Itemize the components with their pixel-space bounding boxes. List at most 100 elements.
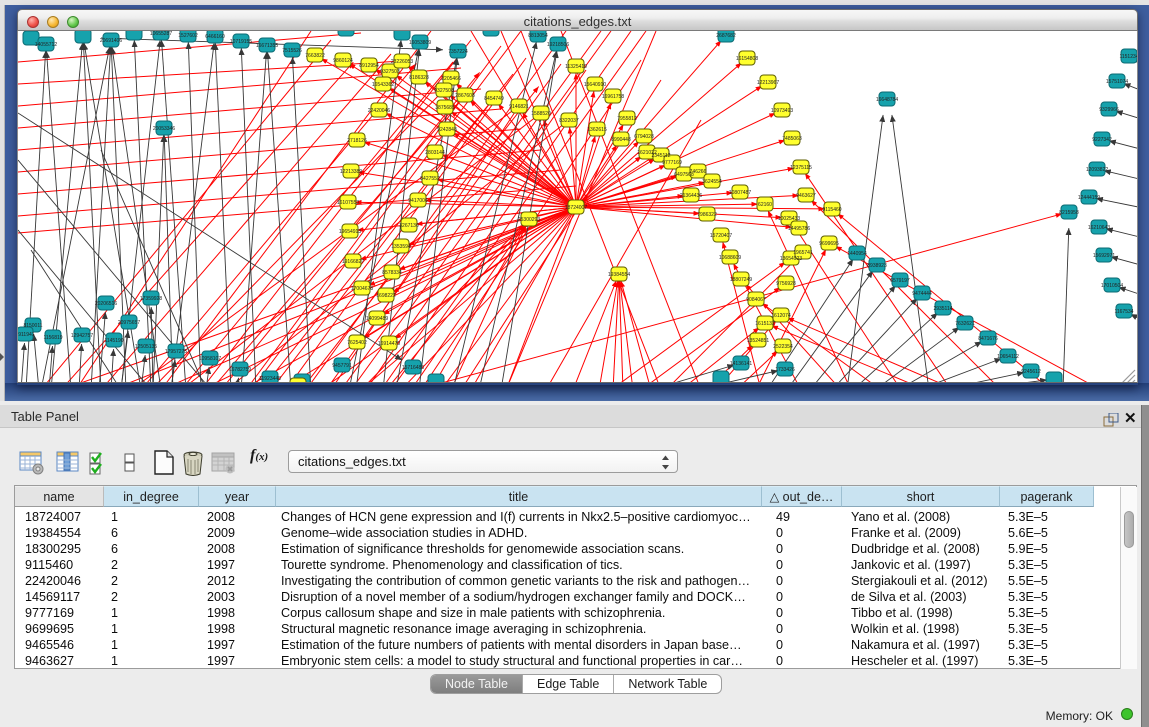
svg-text:8427552: 8427552 [420, 176, 440, 182]
svg-text:7357224: 7357224 [448, 49, 468, 55]
svg-text:10958107: 10958107 [199, 356, 221, 362]
svg-text:17004678: 17004678 [351, 286, 373, 292]
svg-text:22420046: 22420046 [368, 108, 390, 114]
svg-text:19384554: 19384554 [608, 272, 630, 278]
svg-text:9327503: 9327503 [380, 69, 400, 75]
svg-text:17957275: 17957275 [165, 349, 187, 355]
svg-text:7632621: 7632621 [955, 321, 975, 327]
svg-text:10973493: 10973493 [771, 108, 793, 114]
svg-text:16543362: 16543362 [372, 82, 394, 88]
svg-text:13654923: 13654923 [780, 256, 802, 262]
svg-text:20691406: 20691406 [100, 38, 122, 44]
svg-text:25300293: 25300293 [518, 217, 540, 223]
svg-text:9146821: 9146821 [509, 104, 529, 110]
svg-text:14136141: 14136141 [730, 361, 752, 367]
svg-text:6579197: 6579197 [890, 278, 910, 284]
svg-text:7663822: 7663822 [305, 53, 325, 59]
svg-text:2935114: 2935114 [933, 306, 952, 312]
svg-text:10025433: 10025433 [778, 216, 800, 222]
svg-text:16154808: 16154808 [736, 56, 758, 62]
svg-text:2205466: 2205466 [441, 76, 461, 82]
svg-text:19654913: 19654913 [339, 229, 361, 235]
svg-text:8454749: 8454749 [484, 96, 504, 102]
svg-text:8471676: 8471676 [978, 336, 998, 342]
svg-text:17359928: 17359928 [140, 296, 162, 302]
svg-text:2687682: 2687682 [716, 33, 736, 39]
svg-text:7515526: 7515526 [282, 48, 302, 54]
svg-text:7625402: 7625402 [347, 340, 367, 346]
svg-text:2345112: 2345112 [651, 153, 670, 159]
svg-text:15751074: 15751074 [1106, 79, 1128, 85]
svg-text:20206516: 20206516 [95, 301, 117, 307]
svg-text:10655287: 10655287 [150, 31, 172, 37]
svg-text:6794028: 6794028 [634, 134, 654, 140]
svg-text:20053346: 20053346 [153, 126, 175, 132]
svg-text:6466160: 6466160 [205, 34, 225, 40]
svg-text:2522354: 2522354 [773, 344, 793, 350]
svg-text:10807487: 10807487 [729, 190, 751, 196]
svg-text:8215958: 8215958 [1059, 210, 1079, 216]
svg-text:2803144: 2803144 [425, 150, 445, 156]
svg-text:9242848: 9242848 [437, 127, 457, 133]
svg-text:1145190: 1145190 [104, 338, 123, 344]
svg-text:1156819: 1156819 [43, 335, 62, 341]
svg-text:10719155: 10719155 [230, 39, 252, 45]
svg-text:13524851: 13524851 [747, 338, 769, 344]
svg-text:1588520: 1588520 [531, 111, 551, 117]
svg-text:1440954: 1440954 [847, 251, 867, 257]
svg-text:16107553: 16107553 [337, 200, 359, 206]
svg-text:1362615: 1362615 [587, 127, 607, 133]
svg-text:12505135: 12505135 [135, 344, 157, 350]
svg-text:1698222: 1698222 [376, 293, 396, 299]
svg-text:1733426: 1733426 [775, 367, 795, 373]
svg-text:7955812: 7955812 [617, 116, 637, 122]
svg-text:9417006: 9417006 [408, 198, 428, 204]
svg-text:2867608: 2867608 [455, 93, 475, 99]
svg-text:20975657: 20975657 [118, 320, 140, 326]
svg-text:1612074: 1612074 [771, 313, 791, 319]
svg-text:3624554: 3624554 [702, 179, 722, 185]
svg-text:62160: 62160 [758, 202, 772, 208]
svg-text:1167534: 1167534 [1114, 309, 1133, 315]
svg-text:9860124: 9860124 [333, 58, 353, 64]
svg-text:15640910: 15640910 [584, 82, 606, 88]
svg-text:12942757: 12942757 [71, 333, 93, 339]
svg-text:3875685: 3875685 [435, 105, 455, 111]
svg-text:9457791: 9457791 [332, 363, 352, 369]
svg-text:18807249: 18807249 [730, 277, 752, 283]
svg-text:15716485: 15716485 [402, 365, 424, 371]
svg-text:14495786: 14495786 [788, 226, 810, 232]
svg-text:7485063: 7485063 [782, 136, 802, 142]
svg-text:16671355: 16671355 [256, 43, 278, 49]
svg-text:12213967: 12213967 [757, 80, 779, 86]
svg-text:9474444: 9474444 [912, 291, 932, 297]
svg-text:16210643: 16210643 [1088, 225, 1110, 231]
svg-text:7986322: 7986322 [697, 212, 717, 218]
svg-text:8938923: 8938923 [867, 263, 887, 269]
svg-text:17010504: 17010504 [1101, 283, 1123, 289]
svg-text:2718126: 2718126 [347, 138, 367, 144]
svg-text:1615132: 1615132 [755, 321, 775, 327]
svg-text:11923448: 11923448 [259, 376, 281, 382]
svg-text:3911941: 3911941 [18, 332, 35, 338]
svg-text:1527602: 1527602 [178, 33, 198, 39]
svg-text:12375115: 12375115 [790, 165, 812, 171]
svg-text:8578334: 8578334 [382, 270, 402, 276]
svg-text:12213389: 12213389 [340, 169, 362, 175]
svg-text:14055712: 14055712 [35, 42, 57, 48]
svg-text:8186328: 8186328 [409, 75, 429, 81]
svg-text:9245612: 9245612 [1021, 369, 1041, 375]
svg-text:16648784: 16648784 [876, 97, 898, 103]
svg-text:19218506: 19218506 [547, 42, 569, 48]
svg-text:15720407: 15720407 [710, 233, 732, 239]
svg-text:23226053: 23226053 [391, 59, 413, 65]
svg-text:1151234: 1151234 [1119, 54, 1138, 60]
svg-text:14099489: 14099489 [366, 316, 388, 322]
svg-text:9699695: 9699695 [819, 241, 839, 247]
svg-text:9084067: 9084067 [746, 297, 766, 303]
svg-text:9329966: 9329966 [1099, 107, 1119, 113]
svg-text:8912954: 8912954 [359, 63, 379, 69]
svg-text:11325419: 11325419 [565, 64, 587, 70]
svg-text:746266: 746266 [690, 169, 707, 175]
svg-text:9115460: 9115460 [822, 207, 841, 213]
